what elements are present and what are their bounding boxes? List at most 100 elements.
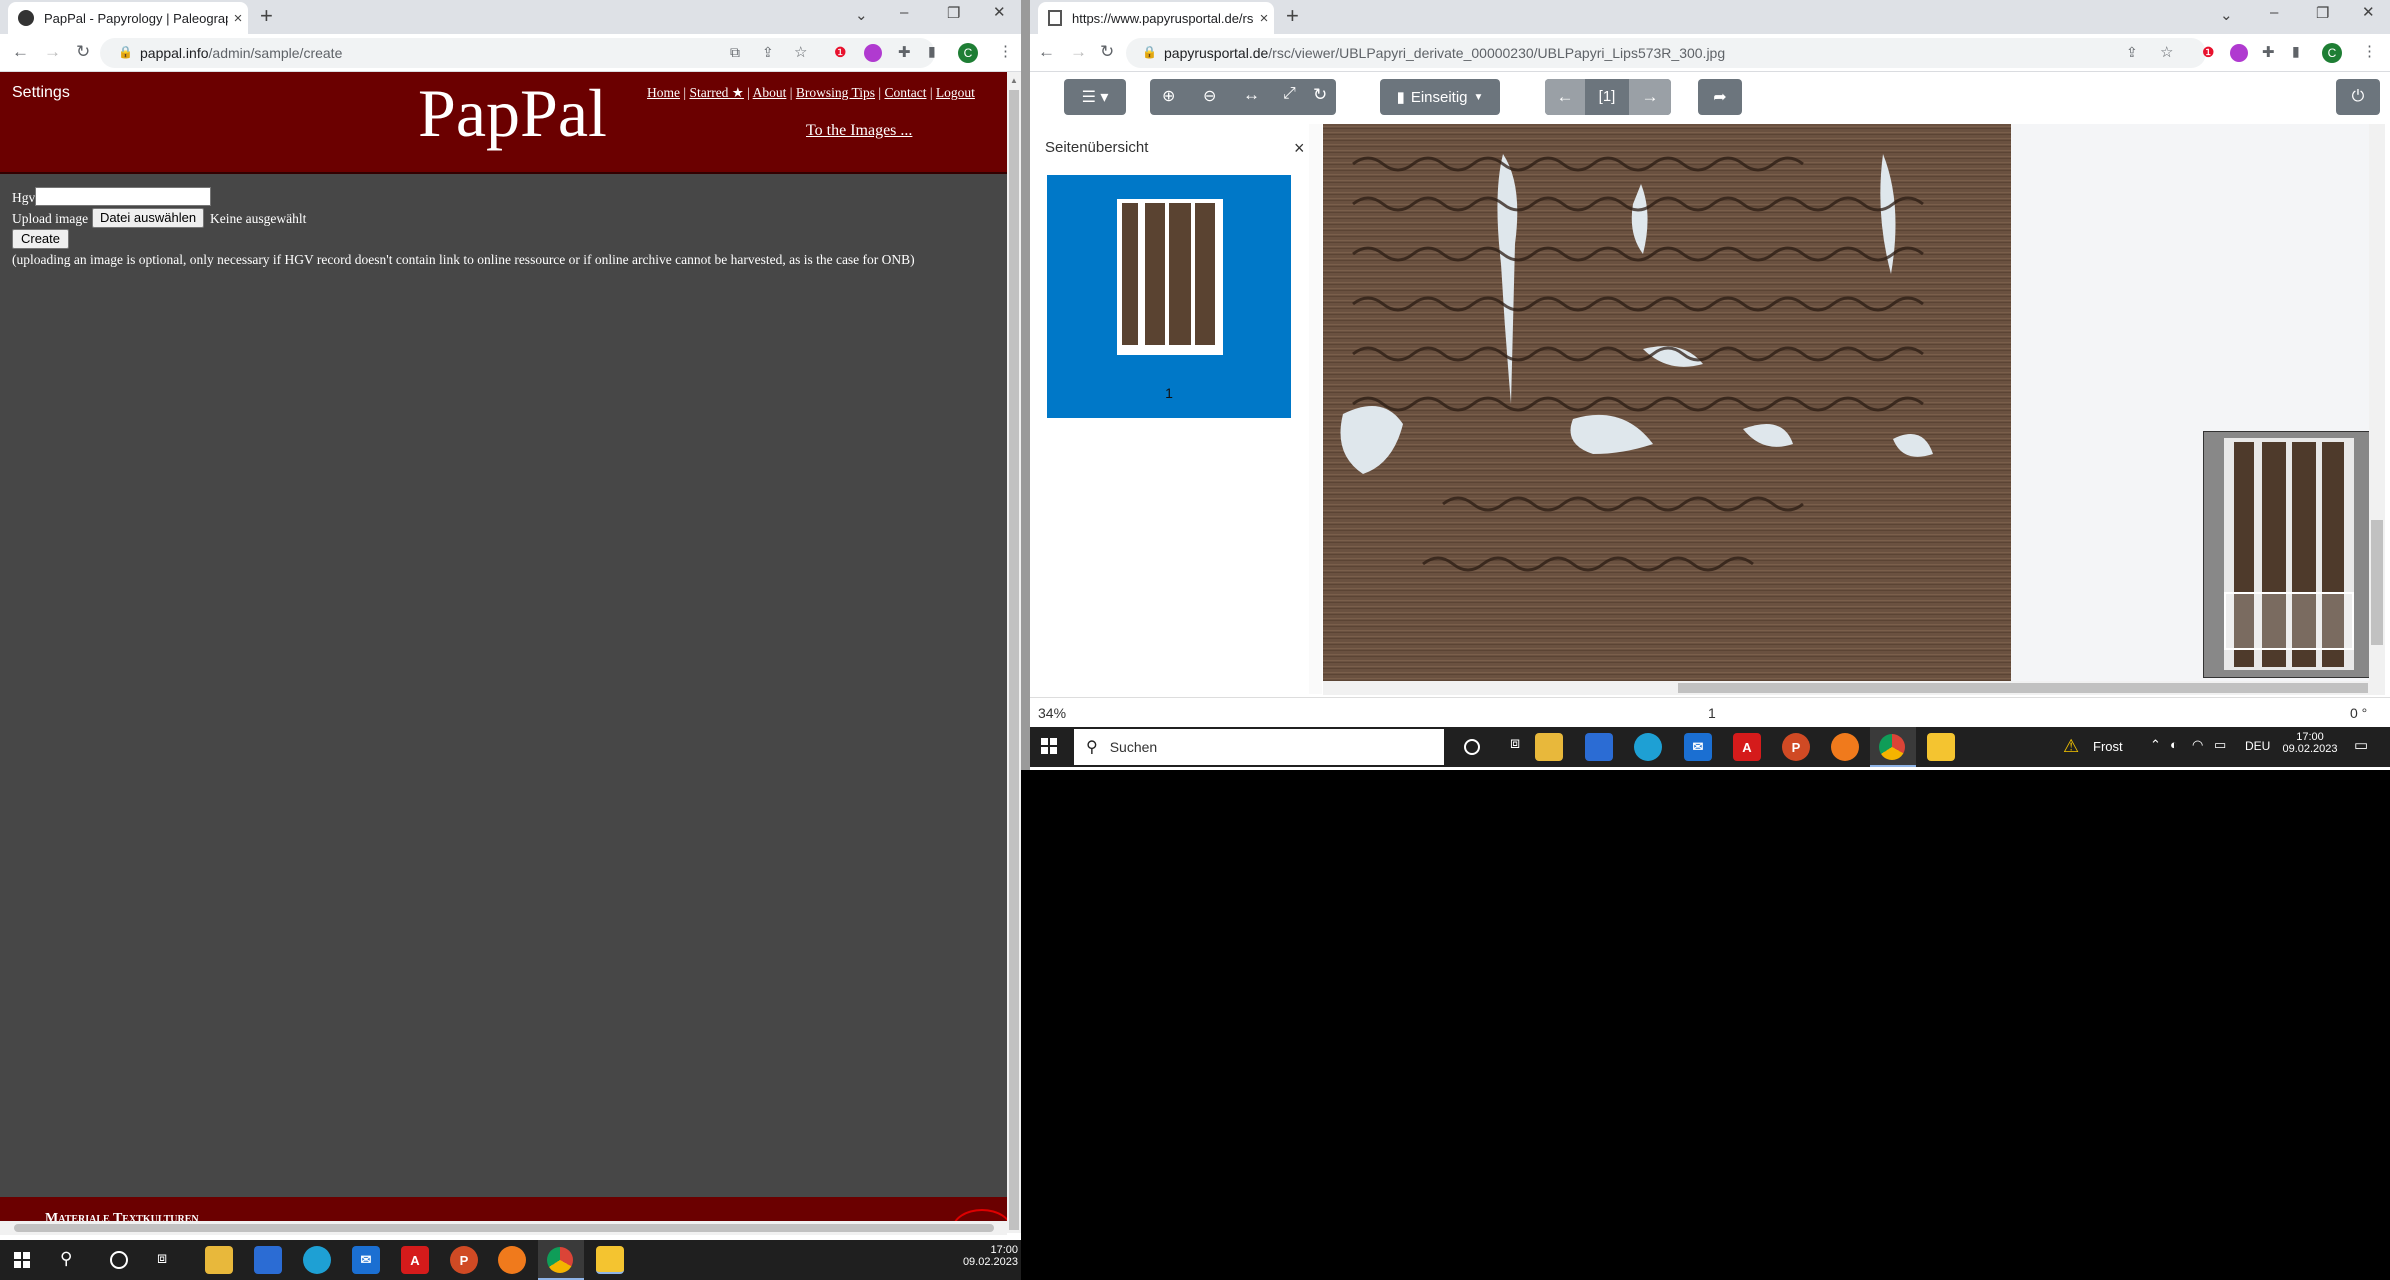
hgv-input[interactable]	[35, 187, 211, 206]
taskbar-search-box[interactable]: ⚲ Suchen	[1074, 729, 1444, 765]
vertical-scrollbar[interactable]: ▲	[1007, 72, 1021, 1233]
bookmark-star-icon[interactable]: ☆	[794, 43, 807, 61]
horizontal-scroll-thumb[interactable]	[14, 1224, 994, 1232]
weather-text[interactable]: Frost	[2093, 739, 2123, 754]
vertical-scroll-thumb[interactable]	[1009, 90, 1019, 1230]
tab-search-right-icon[interactable]: ⌄	[2220, 6, 2233, 24]
new-tab-button[interactable]: +	[260, 5, 273, 27]
previous-page-icon[interactable]: ←	[1545, 79, 1585, 115]
url-text-right[interactable]: papyrusportal.de/rsc/viewer/UBLPapyri_de…	[1164, 45, 1725, 61]
rotate-icon[interactable]: ↻	[1313, 85, 1327, 105]
mail-icon[interactable]: ✉	[352, 1246, 380, 1274]
file-explorer-right-icon[interactable]	[1535, 733, 1563, 761]
profile-avatar-right[interactable]: C	[2322, 43, 2342, 63]
share-viewer-button[interactable]: ➦	[1698, 79, 1742, 115]
new-tab-right-button[interactable]: +	[1286, 5, 1299, 27]
nav-home[interactable]: Home	[647, 85, 680, 100]
choose-file-button[interactable]: Datei auswählen	[92, 208, 204, 228]
extension-2-right-icon[interactable]	[2230, 44, 2248, 62]
language-indicator[interactable]: DEU	[2245, 739, 2270, 753]
settings-link[interactable]: Settings	[12, 84, 70, 102]
canvas-vertical-thumb[interactable]	[2371, 520, 2383, 645]
address-field[interactable]: 🔒 pappal.info/admin/sample/create ⧉ ⇪ ☆	[100, 38, 935, 68]
chrome-taskbar-button[interactable]	[538, 1240, 584, 1280]
viewer-menu-button[interactable]: ☰ ▾	[1064, 79, 1126, 115]
next-page-icon[interactable]: →	[1629, 79, 1671, 115]
puzzle-icon[interactable]: ✚	[898, 43, 911, 61]
cortana-right-icon[interactable]	[1464, 739, 1480, 755]
share-right-icon[interactable]: ⇪	[2126, 44, 2138, 61]
extension-2-icon[interactable]	[864, 44, 882, 62]
left-clock[interactable]: 17:00 09.02.2023	[958, 1244, 1018, 1268]
close-sidebar-icon[interactable]: ×	[1294, 138, 1305, 159]
menu-dots-right-icon[interactable]: ⋮	[2362, 42, 2377, 60]
firefox-icon[interactable]	[498, 1246, 526, 1274]
pappal-logo[interactable]: PapPal	[418, 74, 607, 153]
task-view-right-icon[interactable]: ⧈	[1510, 735, 1520, 753]
restore-button[interactable]: ❐	[947, 4, 960, 22]
forward-right-icon[interactable]: →	[1070, 42, 1087, 62]
restore-right-button[interactable]: ❐	[2316, 4, 2329, 22]
windows-start-right-icon[interactable]	[1041, 738, 1057, 754]
weather-warning-icon[interactable]: ⚠	[2063, 736, 2079, 757]
minimize-button[interactable]: –	[900, 4, 908, 21]
to-images-link[interactable]: To the Images ...	[806, 122, 912, 140]
scroll-up-icon[interactable]: ▲	[1010, 76, 1018, 85]
extension-icon[interactable]: ❶	[834, 44, 847, 61]
acrobat-icon[interactable]: A	[401, 1246, 429, 1274]
side-panel-right-icon[interactable]: ▮	[2292, 43, 2300, 60]
mail-right-icon[interactable]: ✉	[1684, 733, 1712, 761]
sidebar-scrollbar[interactable]	[1309, 124, 1322, 694]
side-panel-icon[interactable]: ▮	[928, 43, 936, 60]
canvas-horizontal-scrollbar[interactable]	[1323, 681, 2385, 695]
share-icon[interactable]: ⇪	[762, 44, 774, 61]
zoom-out-icon[interactable]: ⊖	[1203, 86, 1216, 106]
tab-pappal[interactable]: PapPal - Papyrology | Paleograph ×	[8, 2, 248, 34]
store-icon[interactable]	[254, 1246, 282, 1274]
image-canvas[interactable]	[1323, 124, 2385, 681]
tab-search-icon[interactable]: ⌄	[855, 6, 868, 24]
close-window-right-button[interactable]: ✕	[2362, 3, 2375, 21]
right-clock[interactable]: 17:00 09.02.2023	[2280, 731, 2340, 755]
file-manager-icon[interactable]	[596, 1246, 624, 1274]
tray-app-icon[interactable]: ◐	[2170, 737, 2178, 752]
chrome-right-taskbar-button[interactable]	[1870, 727, 1916, 767]
volume-icon[interactable]: ▭	[2214, 737, 2226, 753]
minimize-right-button[interactable]: –	[2270, 4, 2278, 21]
nav-starred[interactable]: Starred ★	[689, 85, 743, 100]
canvas-horizontal-thumb[interactable]	[1678, 683, 2368, 693]
forward-icon[interactable]: →	[44, 42, 61, 62]
search-icon[interactable]: ⚲	[60, 1249, 72, 1269]
acrobat-right-icon[interactable]: A	[1733, 733, 1761, 761]
edge-icon[interactable]	[303, 1246, 331, 1274]
canvas-vertical-scrollbar[interactable]	[2369, 124, 2385, 681]
address-field-right[interactable]: 🔒 papyrusportal.de/rsc/viewer/UBLPapyri_…	[1126, 38, 2206, 68]
fit-screen-icon[interactable]: ⤢	[1283, 85, 1296, 103]
notification-icon[interactable]: ▭	[2354, 736, 2368, 754]
cortana-icon[interactable]	[110, 1251, 128, 1269]
tray-chevron-icon[interactable]: ⌃	[2150, 737, 2161, 753]
profile-avatar[interactable]: C	[958, 43, 978, 63]
bookmark-star-right-icon[interactable]: ☆	[2160, 43, 2173, 61]
close-tab-right-icon[interactable]: ×	[1254, 10, 1274, 27]
fit-width-icon[interactable]: ↔	[1243, 85, 1260, 105]
file-manager-right-icon[interactable]	[1927, 733, 1955, 761]
close-viewer-button[interactable]: ⏻	[2336, 79, 2380, 115]
nav-contact[interactable]: Contact	[884, 85, 926, 100]
create-button[interactable]: Create	[12, 229, 69, 249]
nav-logout[interactable]: Logout	[936, 85, 975, 100]
reload-icon[interactable]: ↻	[76, 42, 90, 62]
menu-dots-icon[interactable]: ⋮	[998, 42, 1013, 60]
url-text[interactable]: pappal.info/admin/sample/create	[140, 45, 342, 61]
view-mode-dropdown[interactable]: ▮ Einseitig ▼	[1380, 79, 1500, 115]
navigator-minimap[interactable]	[2203, 431, 2373, 678]
page-indicator[interactable]: [1]	[1585, 79, 1629, 115]
store-right-icon[interactable]	[1585, 733, 1613, 761]
firefox-right-icon[interactable]	[1831, 733, 1859, 761]
close-window-button[interactable]: ✕	[993, 3, 1006, 21]
close-tab-icon[interactable]: ×	[228, 10, 248, 27]
page-thumbnail[interactable]: 1	[1047, 175, 1291, 418]
zoom-in-icon[interactable]: ⊕	[1162, 86, 1175, 106]
navigator-viewport[interactable]	[2224, 592, 2354, 650]
nav-browsing-tips[interactable]: Browsing Tips	[796, 85, 875, 100]
